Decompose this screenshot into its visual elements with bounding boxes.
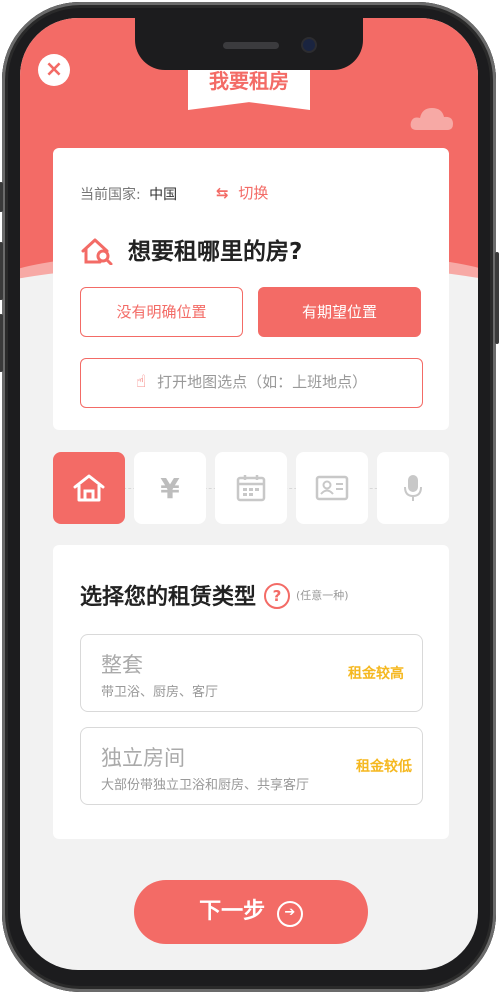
map-button-label: 打开地图选点（如：上班地点） <box>157 373 368 391</box>
step-indicator: ¥ <box>53 452 463 524</box>
country-value: 中国 <box>149 187 178 203</box>
rental-type-title: 选择您的租赁类型? (任意一种) <box>80 579 349 611</box>
close-icon: × <box>44 57 64 82</box>
volume-down-button <box>0 314 3 372</box>
rental-type-card: 选择您的租赁类型? (任意一种) 整套 带卫浴、厨房、客厅 租金较高 独立房间 大… <box>53 545 449 839</box>
help-icon[interactable]: ? <box>264 583 291 609</box>
close-button[interactable]: × <box>38 54 70 86</box>
volume-up-button <box>0 242 3 300</box>
yen-icon: ¥ <box>160 471 180 505</box>
front-camera <box>303 39 315 51</box>
rental-option-desc: 带卫浴、厨房、客厅 <box>101 685 219 700</box>
phone-frame: × 我要租房 当前国家: 中国 ⇆ 切换 想要租哪里的房? 没有明确位置 有期望… <box>0 2 499 992</box>
question-text: 想要租哪里的房? <box>128 239 303 265</box>
speaker <box>223 42 279 49</box>
open-map-button[interactable]: ☝ 打开地图选点（如：上班地点） <box>80 358 423 408</box>
rental-option-name: 独立房间 <box>101 746 185 770</box>
calendar-icon <box>236 475 266 502</box>
house-search-icon <box>81 238 113 266</box>
next-step-button[interactable]: 下一步 ➔ <box>134 880 368 944</box>
cloud-icon <box>410 108 453 130</box>
no-specific-location-button[interactable]: 没有明确位置 <box>80 287 243 337</box>
rental-option-name: 整套 <box>101 653 143 677</box>
switch-country-button[interactable]: ⇆ 切换 <box>216 182 268 203</box>
rental-option-desc: 大部份带独立卫浴和厨房、共享客厅 <box>101 778 310 793</box>
rental-option-price: 租金较高 <box>348 666 404 682</box>
home-icon <box>73 474 105 502</box>
arrow-right-icon: ➔ <box>276 901 303 927</box>
power-button <box>495 252 499 344</box>
preferred-location-button[interactable]: 有期望位置 <box>258 287 421 337</box>
step-home[interactable] <box>53 452 125 524</box>
question-title: 想要租哪里的房? <box>80 232 302 266</box>
step-price[interactable]: ¥ <box>134 452 206 524</box>
next-step-label: 下一步 <box>199 899 266 924</box>
rental-option-price: 租金较低 <box>356 759 412 775</box>
hand-pointer-icon: ☝ <box>135 372 147 392</box>
step-voice[interactable] <box>377 452 449 524</box>
swap-icon: ⇆ <box>216 184 229 202</box>
rental-type-hint: (任意一种) <box>296 589 349 602</box>
rental-type-title-text: 选择您的租赁类型 <box>80 585 257 610</box>
step-identity[interactable] <box>296 452 368 524</box>
country-label: 当前国家: <box>80 187 141 203</box>
id-card-icon <box>315 475 349 501</box>
current-country: 当前国家: 中国 <box>80 184 177 204</box>
phone-screen: × 我要租房 当前国家: 中国 ⇆ 切换 想要租哪里的房? 没有明确位置 有期望… <box>20 18 478 970</box>
rental-option-room[interactable]: 独立房间 大部份带独立卫浴和厨房、共享客厅 租金较低 <box>80 727 423 805</box>
notch <box>135 18 363 70</box>
rental-option-entire[interactable]: 整套 带卫浴、厨房、客厅 租金较高 <box>80 634 423 712</box>
location-card: 当前国家: 中国 ⇆ 切换 想要租哪里的房? 没有明确位置 有期望位置 ☝ 打开… <box>53 148 449 430</box>
switch-label: 切换 <box>238 184 269 202</box>
page-title: 我要租房 <box>209 69 289 93</box>
microphone-icon <box>404 475 422 501</box>
mute-switch <box>0 182 3 212</box>
step-date[interactable] <box>215 452 287 524</box>
